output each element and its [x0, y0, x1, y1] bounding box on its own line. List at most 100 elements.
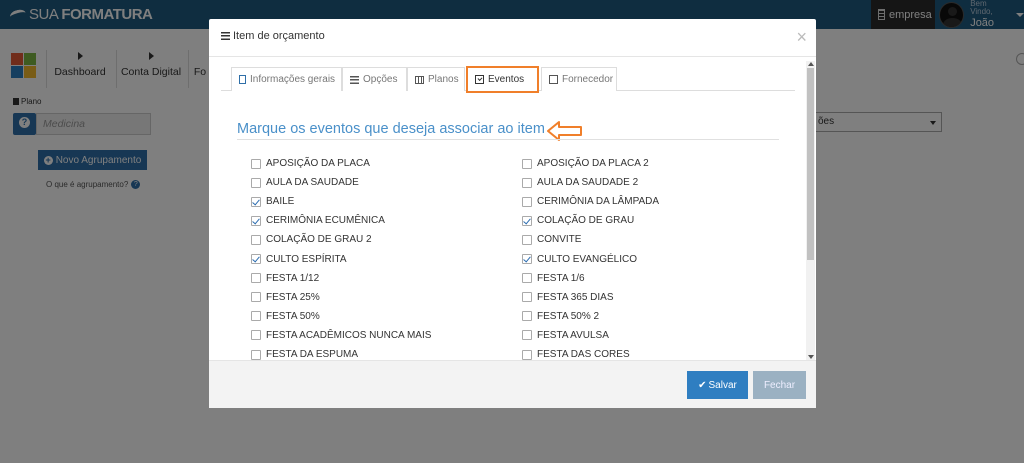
event-checkbox-item[interactable]: FESTA 1/12 — [251, 269, 319, 288]
section-title: Marque os eventos que deseja associar ao… — [237, 121, 545, 137]
event-checkbox[interactable] — [251, 158, 261, 169]
check-icon: ✔ — [698, 379, 707, 391]
event-label: APOSIÇÃO DA PLACA 2 — [537, 158, 649, 169]
save-label: Salvar — [708, 379, 737, 391]
modal-title-text: Item de orçamento — [233, 30, 325, 42]
event-checkbox-item[interactable]: AULA DA SAUDADE — [251, 173, 359, 192]
tab-eventos[interactable]: Eventos — [466, 66, 539, 93]
tab-label: Opções — [363, 74, 398, 85]
event-checkbox-item[interactable]: BAILE — [251, 192, 294, 211]
modal-header: Item de orçamento × — [209, 19, 816, 57]
event-label: FESTA 50% — [266, 310, 320, 322]
event-checkbox-item[interactable]: FESTA 50% 2 — [522, 307, 599, 326]
tab-bar: Informações gerais Opções Planos Eventos… — [221, 66, 795, 93]
event-checkbox[interactable] — [522, 158, 532, 169]
event-checkbox-item[interactable]: APOSIÇÃO DA PLACA — [251, 154, 370, 173]
event-label: FESTA 1/12 — [266, 272, 320, 284]
section-divider — [237, 139, 779, 140]
event-checkbox-item[interactable]: CERIMÔNIA DA LÂMPADA — [522, 192, 659, 211]
calendar-check-icon — [475, 75, 484, 84]
event-checkbox-item[interactable]: COLAÇÃO DE GRAU — [522, 211, 634, 230]
event-checkbox[interactable] — [522, 330, 532, 341]
event-checkbox-item[interactable]: CULTO EVANGÉLICO — [522, 250, 637, 269]
event-checkbox[interactable] — [522, 273, 532, 284]
event-checkbox[interactable] — [522, 292, 532, 303]
budget-item-modal: Item de orçamento × Informações gerais O… — [209, 19, 816, 408]
event-checkbox-item[interactable]: APOSIÇÃO DA PLACA 2 — [522, 154, 649, 173]
event-checkbox[interactable] — [251, 273, 261, 284]
scroll-up-icon[interactable] — [808, 62, 814, 66]
event-label: BAILE — [266, 196, 295, 208]
event-checkbox-item[interactable]: CULTO ESPÍRITA — [251, 250, 347, 269]
event-checkbox-item[interactable]: CERIMÔNIA ECUMÊNICA — [251, 211, 385, 230]
modal-scrollbar[interactable] — [806, 61, 815, 360]
event-checkbox-item[interactable]: FESTA 25% — [251, 288, 320, 307]
event-label: FESTA AVULSA — [537, 329, 609, 341]
tab-planos[interactable]: Planos — [407, 67, 465, 91]
scroll-down-icon[interactable] — [808, 355, 814, 359]
event-label: CERIMÔNIA ECUMÊNICA — [266, 215, 385, 227]
event-checkbox-item[interactable]: FESTA DA ESPUMA — [251, 345, 358, 360]
tab-opcoes[interactable]: Opções — [342, 67, 407, 91]
event-label: CONVITE — [537, 234, 582, 246]
event-checkbox-item[interactable]: FESTA ACADÊMICOS NUNCA MAIS — [251, 326, 431, 345]
event-label: APOSIÇÃO DA PLACA — [266, 158, 370, 169]
box-icon — [549, 75, 558, 84]
event-checkbox[interactable] — [251, 177, 261, 188]
event-checkbox[interactable] — [251, 254, 261, 264]
document-icon — [239, 75, 246, 84]
event-checkbox-item[interactable]: CONVITE — [522, 230, 581, 249]
event-checkbox[interactable] — [251, 349, 261, 360]
tab-label: Eventos — [488, 74, 525, 85]
event-checkbox[interactable] — [251, 311, 261, 322]
modal-body[interactable]: Marque os eventos que deseja associar ao… — [221, 91, 805, 360]
close-button[interactable]: Fechar — [753, 371, 806, 399]
event-checkbox[interactable] — [251, 196, 261, 207]
list-icon — [350, 75, 359, 84]
event-label: CULTO EVANGÉLICO — [537, 253, 638, 265]
scrollbar-thumb[interactable] — [807, 68, 814, 260]
event-checkbox-item[interactable]: FESTA DAS CORES — [522, 345, 630, 360]
tab-label: Planos — [428, 74, 459, 85]
event-checkbox[interactable] — [522, 311, 532, 322]
event-checkbox[interactable] — [251, 292, 261, 303]
table-icon — [415, 75, 424, 84]
event-checkbox-item[interactable]: FESTA AVULSA — [522, 326, 609, 345]
list-icon — [221, 32, 230, 40]
tab-informacoes-gerais[interactable]: Informações gerais — [231, 67, 342, 91]
event-checkbox-item[interactable]: AULA DA SAUDADE 2 — [522, 173, 638, 192]
event-label: FESTA 1/6 — [537, 272, 585, 284]
event-label: FESTA DA ESPUMA — [266, 349, 359, 360]
event-label: CERIMÔNIA DA LÂMPADA — [537, 196, 660, 208]
close-icon[interactable]: × — [796, 28, 807, 46]
event-label: FESTA 25% — [266, 291, 320, 303]
event-checkbox[interactable] — [522, 254, 532, 264]
event-checkbox[interactable] — [522, 196, 532, 207]
event-checkbox[interactable] — [251, 234, 261, 245]
tab-fornecedor[interactable]: Fornecedor — [541, 67, 617, 91]
tab-label: Fornecedor — [562, 74, 614, 85]
event-checkbox-item[interactable]: FESTA 365 DIAS — [522, 288, 614, 307]
event-label: FESTA DAS CORES — [537, 349, 630, 360]
event-checkbox[interactable] — [251, 215, 261, 226]
event-checkbox-item[interactable]: FESTA 50% — [251, 307, 320, 326]
save-button[interactable]: ✔ Salvar — [687, 371, 748, 399]
event-checkbox[interactable] — [522, 177, 532, 188]
event-label: AULA DA SAUDADE — [266, 177, 359, 189]
event-checkbox[interactable] — [522, 215, 532, 226]
event-label: FESTA ACADÊMICOS NUNCA MAIS — [266, 329, 432, 341]
tab-label: Informações gerais — [250, 74, 336, 85]
modal-footer: ✔ Salvar Fechar — [209, 360, 816, 408]
event-label: AULA DA SAUDADE 2 — [537, 177, 639, 189]
event-label: COLAÇÃO DE GRAU 2 — [266, 234, 372, 246]
event-label: COLAÇÃO DE GRAU — [537, 215, 635, 227]
event-checkbox-item[interactable]: COLAÇÃO DE GRAU 2 — [251, 230, 372, 249]
event-label: FESTA 50% 2 — [537, 310, 600, 322]
event-label: FESTA 365 DIAS — [537, 291, 614, 303]
event-label: CULTO ESPÍRITA — [266, 253, 347, 265]
modal-title: Item de orçamento — [221, 30, 325, 42]
event-checkbox[interactable] — [251, 330, 261, 341]
event-checkbox-item[interactable]: FESTA 1/6 — [522, 269, 585, 288]
event-checkbox[interactable] — [522, 234, 532, 245]
event-checkbox[interactable] — [522, 349, 532, 360]
